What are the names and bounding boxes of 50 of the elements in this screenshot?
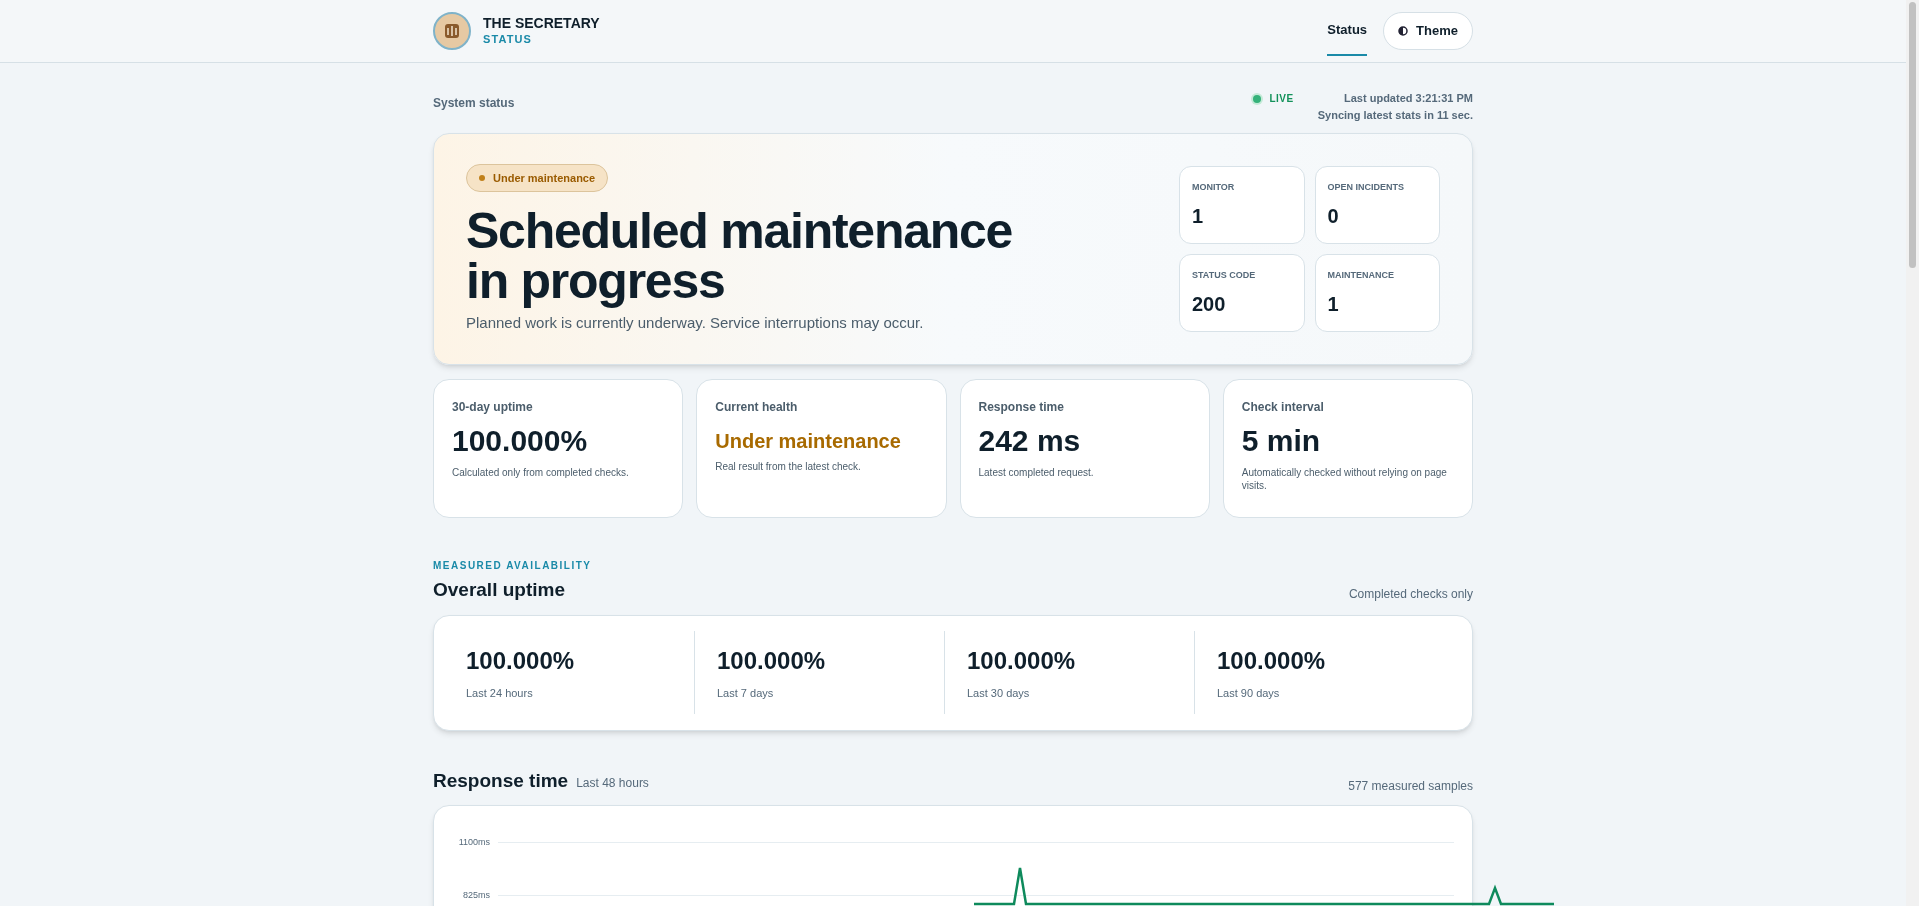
metric-value: Under maintenance (715, 429, 902, 454)
logo-icon (433, 12, 471, 50)
stat-value: 200 (1192, 291, 1227, 317)
stat-value: 0 (1327, 203, 1340, 229)
axis-tick-label: 1100ms (457, 836, 490, 849)
uptime-period: Last 24 hours (466, 686, 534, 702)
section-note: Completed checks only (1348, 585, 1473, 603)
uptime-value: 100.000% (1217, 646, 1327, 677)
theme-button[interactable]: Theme (1383, 12, 1473, 50)
metric-label: 30-day uptime (452, 399, 534, 416)
section-label: System status (433, 95, 515, 112)
section-subtitle: Last 48 hours (576, 774, 649, 792)
metric-note: Calculated only from completed checks. (452, 465, 630, 480)
sync-countdown-text: Syncing latest stats in 11 sec. (1317, 107, 1473, 123)
stat-value: 1 (1192, 203, 1205, 229)
brand-subtitle: STATUS (483, 32, 533, 47)
sample-count: 577 measured samples (1348, 778, 1473, 795)
stat-label: OPEN INCIDENTS (1327, 181, 1405, 194)
status-tab[interactable]: Status (1327, 6, 1368, 56)
uptime-value: 100.000% (466, 646, 576, 677)
section-heading: Overall uptime (433, 578, 566, 602)
metric-label: Response time (978, 399, 1065, 416)
stat-label: STATUS CODE (1192, 269, 1257, 282)
stat-value: 1 (1327, 291, 1340, 317)
metric-label: Current health (715, 399, 799, 416)
live-indicator: LIVE (1269, 92, 1294, 106)
section-eyebrow: MEASURED AVAILABILITY (433, 559, 592, 573)
uptime-period: Last 90 days (1217, 686, 1281, 702)
stat-label: MONITOR (1192, 181, 1236, 194)
metric-value: 100.000% (452, 423, 589, 459)
metric-note: Automatically checked without relying on page visits. (1241, 465, 1448, 493)
scrollbar[interactable] (1906, 0, 1919, 906)
metric-label: Check interval (1241, 399, 1325, 416)
metric-note: Latest completed request. (978, 465, 1095, 480)
stat-label: MAINTENANCE (1327, 269, 1395, 282)
uptime-period: Last 7 days (717, 686, 775, 702)
status-badge: Under maintenance (466, 163, 609, 192)
metric-value: 5 min (1241, 423, 1322, 459)
last-updated-text: Last updated 3:21:31 PM (1344, 91, 1473, 106)
metric-note: Real result from the latest check. (715, 460, 862, 474)
hero-description: Planned work is currently underway. Service interruptions may occur. (466, 313, 925, 333)
uptime-value: 100.000% (967, 646, 1077, 677)
axis-tick-label: 825ms (462, 888, 490, 902)
uptime-value: 100.000% (717, 646, 827, 677)
metric-value: 242 ms (978, 423, 1082, 459)
section-heading: Response time (433, 768, 569, 793)
hero-heading: Scheduled maintenance in progress (466, 206, 1014, 306)
contrast-icon (1398, 26, 1409, 36)
uptime-period: Last 30 days (967, 686, 1031, 702)
brand-name: THE SECRETARY (483, 15, 600, 33)
